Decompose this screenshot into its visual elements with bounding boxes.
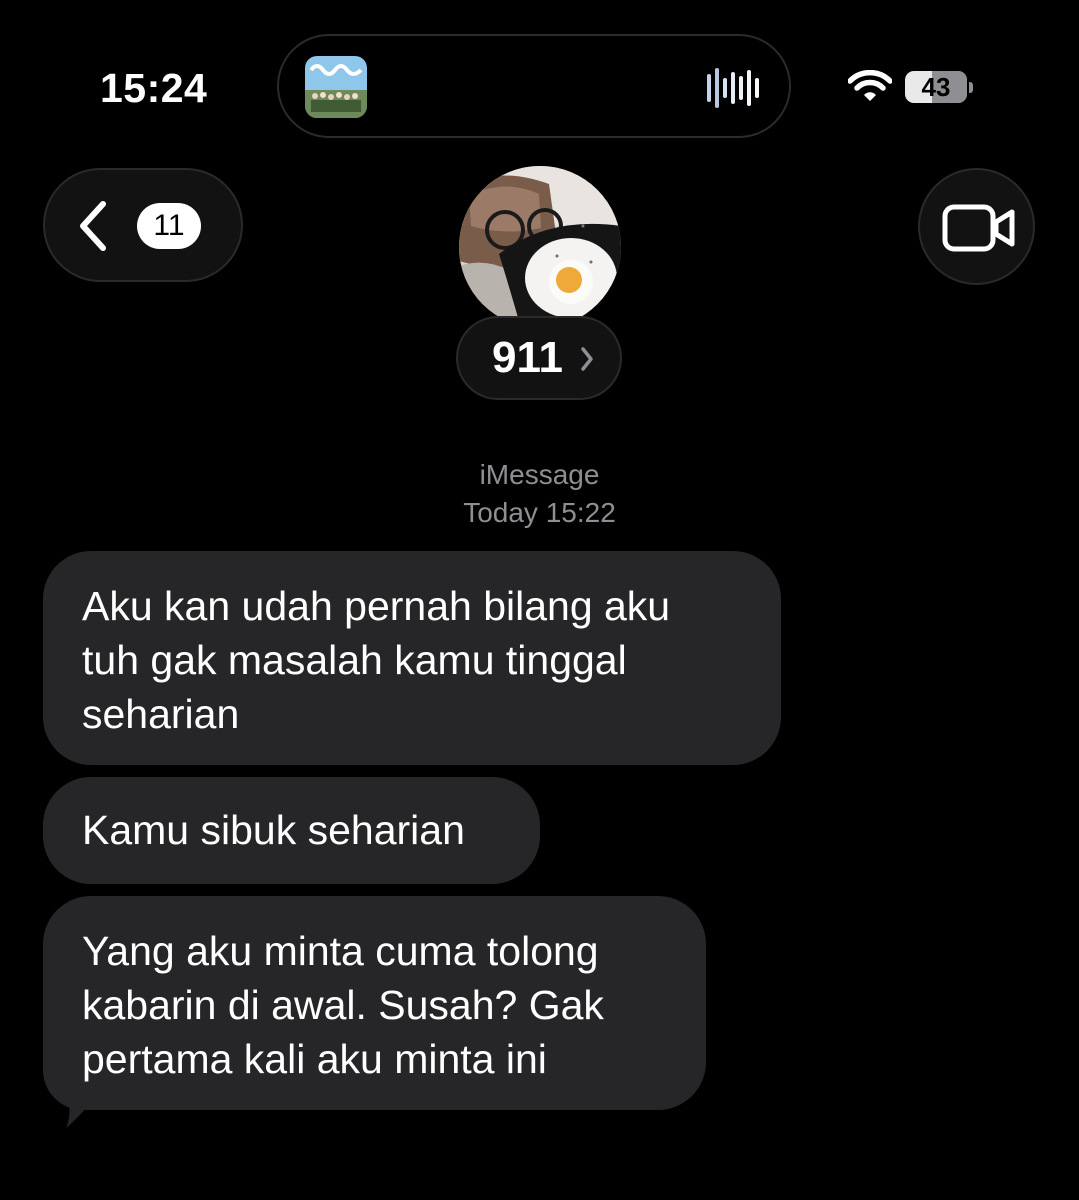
incoming-message-bubble[interactable]: Yang aku minta cuma tolong kabarin di aw…: [43, 896, 706, 1110]
incoming-message-bubble[interactable]: Aku kan udah pernah bilang aku tuh gak m…: [43, 551, 781, 765]
status-time: 15:24: [100, 65, 208, 111]
contact-name: 911: [492, 333, 563, 382]
unread-count-badge: 11: [137, 203, 201, 249]
contact-name-button[interactable]: 911: [456, 316, 622, 400]
video-call-button[interactable]: [918, 168, 1035, 285]
back-button[interactable]: 11: [43, 168, 243, 282]
battery-level: 43: [921, 72, 951, 102]
chevron-left-icon: [80, 201, 106, 251]
contact-avatar[interactable]: [459, 166, 621, 328]
chevron-right-icon: [581, 347, 593, 371]
video-camera-icon: [942, 204, 1015, 252]
wifi-icon: [847, 69, 893, 104]
battery-tip: [969, 82, 973, 93]
album-art-icon[interactable]: [305, 56, 367, 118]
battery-icon: 43: [905, 71, 967, 103]
incoming-message-bubble[interactable]: Kamu sibuk seharian: [43, 777, 540, 884]
audio-waveform-icon: [705, 66, 765, 110]
message-timestamp: Today 15:22: [463, 497, 616, 528]
service-label: iMessage: [479, 459, 600, 490]
messages-screen: 15:24 43 11 911 iMessage Today 15:22 Aku…: [0, 0, 1079, 1200]
dynamic-island[interactable]: [277, 34, 791, 138]
